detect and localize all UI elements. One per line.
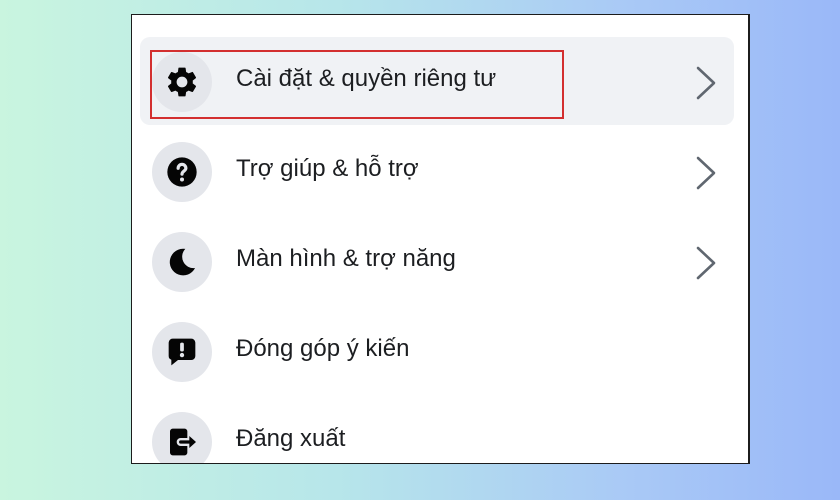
gear-icon xyxy=(167,67,197,97)
feedback-icon xyxy=(168,338,196,366)
question-icon-circle xyxy=(152,142,212,202)
menu-item-label: Cài đặt & quyền riêng tư xyxy=(236,65,497,92)
menu-item-display-accessibility[interactable]: Màn hình & trợ năng xyxy=(140,217,734,305)
menu-item-help-support[interactable]: Trợ giúp & hỗ trợ xyxy=(140,127,734,215)
moon-icon xyxy=(169,248,196,276)
chevron-right-icon xyxy=(696,66,716,100)
account-menu-panel: Cài đặt & quyền riêng tư Trợ giúp & hỗ t… xyxy=(131,14,750,464)
menu-item-log-out[interactable]: Đăng xuất xyxy=(140,397,734,463)
logout-icon xyxy=(170,428,196,456)
moon-icon-circle xyxy=(152,232,212,292)
logout-icon-circle xyxy=(152,412,212,463)
menu-item-settings-privacy[interactable]: Cài đặt & quyền riêng tư xyxy=(140,37,734,125)
gear-icon-circle xyxy=(152,52,212,112)
chevron-right-icon xyxy=(696,156,716,190)
menu-item-give-feedback[interactable]: Đóng góp ý kiến xyxy=(140,307,734,395)
menu-item-label: Màn hình & trợ năng xyxy=(236,245,456,272)
feedback-icon-circle xyxy=(152,322,212,382)
question-icon xyxy=(167,157,197,187)
menu-item-label: Đăng xuất xyxy=(236,425,346,452)
menu-item-label: Trợ giúp & hỗ trợ xyxy=(236,155,419,182)
menu-item-label: Đóng góp ý kiến xyxy=(236,335,410,362)
chevron-right-icon xyxy=(696,246,716,280)
